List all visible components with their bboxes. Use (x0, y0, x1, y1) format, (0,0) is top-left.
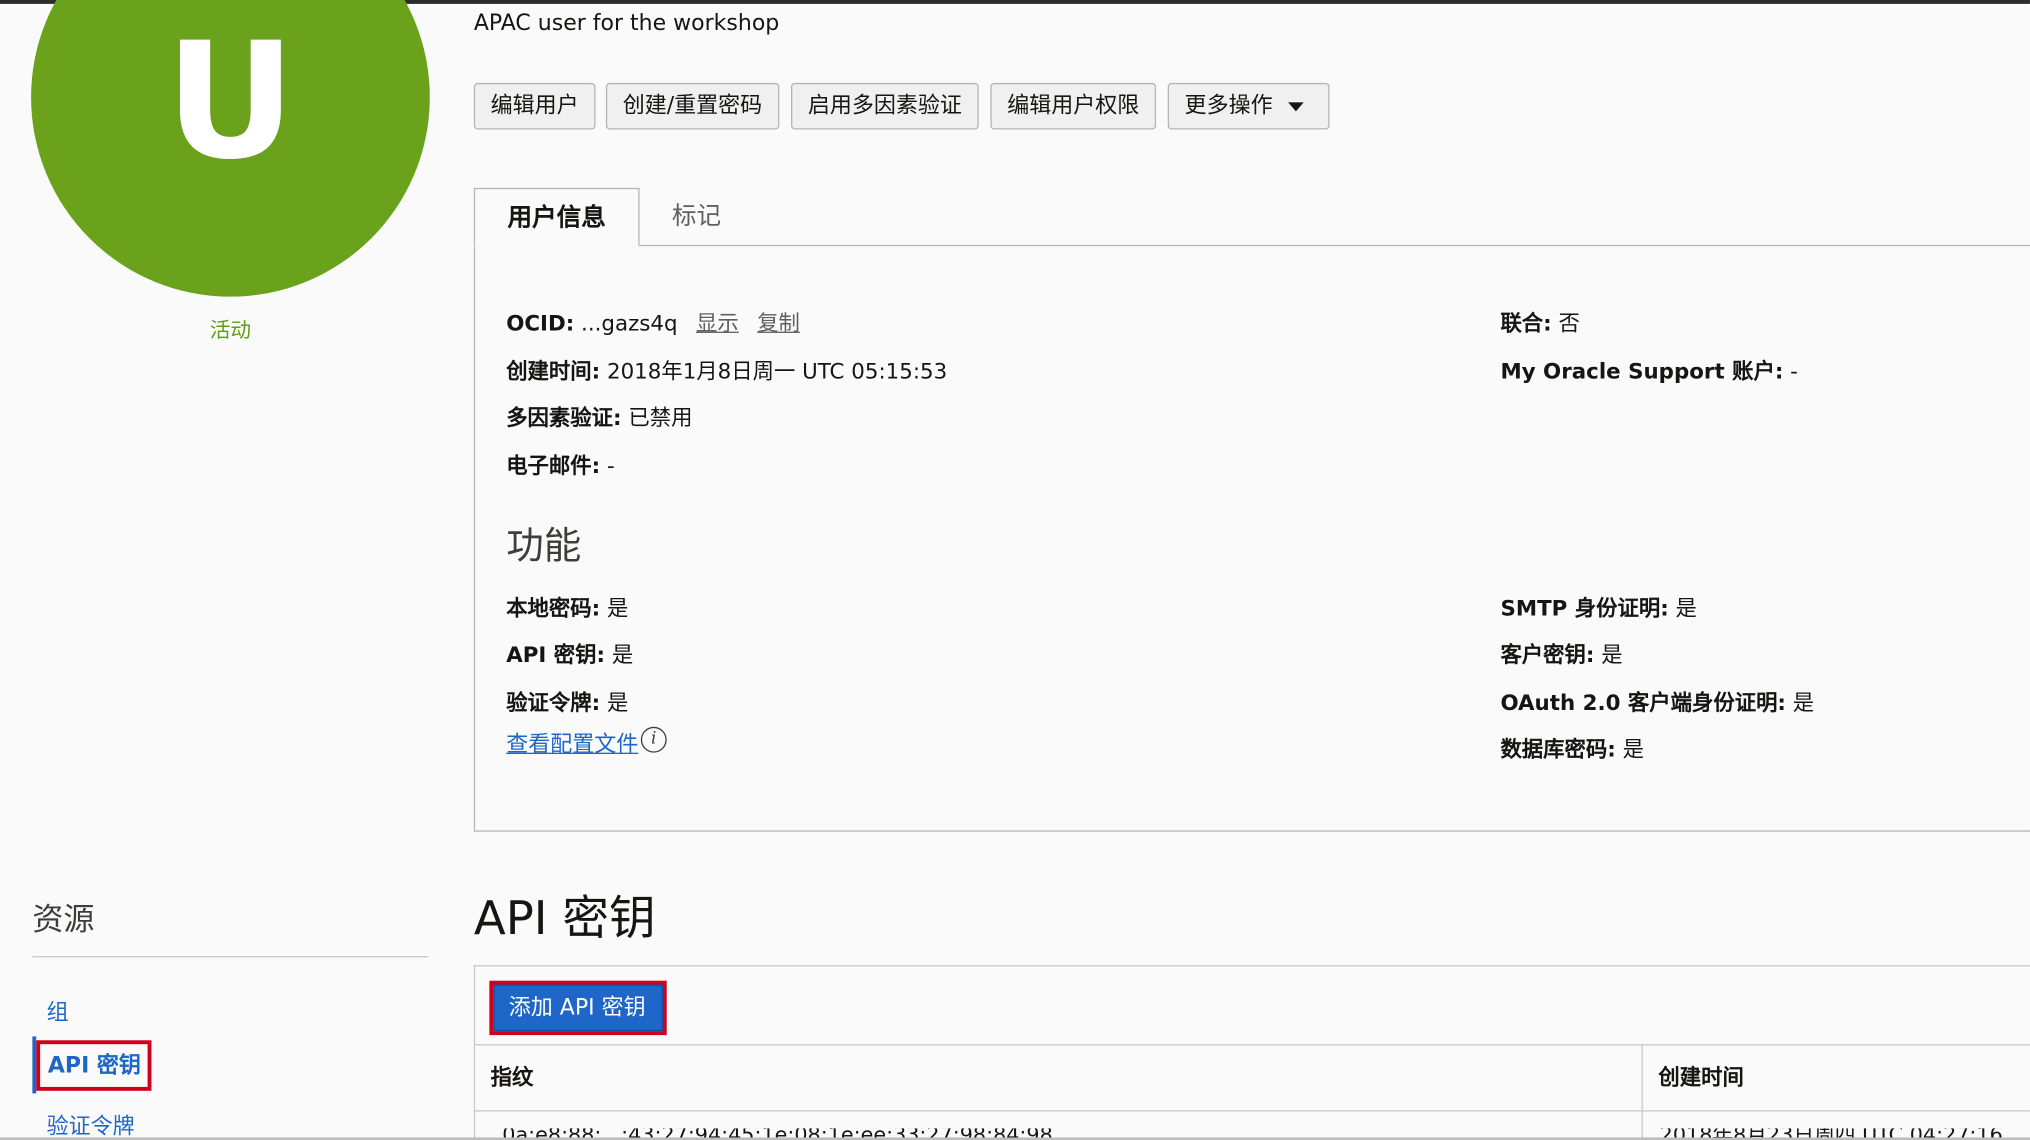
ocid-label: OCID: (506, 310, 575, 336)
more-actions-label: 更多操作 (1184, 93, 1273, 120)
mos-account-label: My Oracle Support 账户: (1500, 358, 1784, 384)
edit-user-capabilities-label: 编辑用户权限 (1007, 93, 1140, 120)
mfa-label: 多因素验证: (506, 405, 622, 431)
auth-tokens-capability-value: 是 (606, 690, 629, 716)
email-label: 电子邮件: (506, 453, 601, 479)
smtp-credentials-row: SMTP 身份证明: 是 (1500, 591, 1696, 622)
smtp-credentials-value: 是 (1675, 595, 1697, 621)
info-icon[interactable]: i (640, 726, 667, 753)
created-value: 2018年1月8日周一 UTC 05:15:53 (606, 358, 948, 384)
resources-divider (32, 956, 429, 958)
customer-keys-label: 客户密钥: (1500, 642, 1595, 668)
local-password-row: 本地密码: 是 (506, 591, 628, 622)
local-password-label: 本地密码: (506, 595, 601, 621)
tab-tags[interactable]: 标记 (672, 188, 721, 246)
resource-link-groups[interactable]: 组 (47, 994, 69, 1026)
enable-mfa-button[interactable]: 启用多因素验证 (791, 82, 979, 130)
created-column-header[interactable]: 创建时间 (1658, 1045, 1743, 1110)
ocid-copy-link[interactable]: 复制 (757, 311, 800, 336)
api-keys-heading: API 密钥 (473, 892, 656, 946)
mfa-value: 已禁用 (628, 405, 693, 431)
api-keys-capability-row: API 密钥: 是 (506, 637, 633, 668)
customer-keys-row: 客户密钥: 是 (1500, 637, 1622, 668)
enable-mfa-label: 启用多因素验证 (807, 93, 962, 120)
user-avatar: U (31, 0, 430, 297)
oauth-credentials-row: OAuth 2.0 客户端身份证明: 是 (1500, 685, 1814, 716)
db-password-label: 数据库密码: (1500, 737, 1616, 762)
email-value: - (606, 453, 615, 479)
edit-user-capabilities-button[interactable]: 编辑用户权限 (990, 82, 1157, 130)
user-details-page: U 活动 资源 组 API 密钥 验证令牌 APAC user for the … (0, 0, 2030, 1140)
user-status: 活动 (209, 317, 252, 343)
customer-keys-value: 是 (1601, 642, 1623, 668)
oauth-credentials-value: 是 (1792, 690, 1815, 716)
db-password-value: 是 (1622, 737, 1644, 762)
column-divider (1641, 1044, 1643, 1140)
resource-link-auth-tokens[interactable]: 验证令牌 (47, 1108, 135, 1140)
auth-tokens-capability-row: 验证令牌: 是 (506, 685, 628, 716)
edit-user-button[interactable]: 编辑用户 (473, 82, 596, 130)
view-config-file-link[interactable]: 查看配置文件 (506, 725, 638, 758)
created-label: 创建时间: (506, 358, 601, 384)
user-description: APAC user for the workshop (473, 10, 780, 37)
mfa-row: 多因素验证: 已禁用 (506, 400, 692, 431)
resource-link-api-keys[interactable]: API 密钥 (36, 1040, 152, 1091)
create-reset-password-label: 创建/重置密码 (622, 93, 763, 120)
federated-row: 联合: 否 (1500, 306, 1579, 337)
oauth-credentials-label: OAuth 2.0 客户端身份证明: (1500, 690, 1786, 716)
avatar-letter: U (165, 9, 296, 196)
local-password-value: 是 (606, 595, 629, 621)
add-api-key-highlight: 添加 API 密钥 (489, 980, 667, 1036)
api-keys-capability-label: API 密钥: (506, 642, 606, 668)
add-api-key-button[interactable]: 添加 API 密钥 (493, 984, 663, 1032)
ocid-value: ...gazs4q (581, 310, 678, 336)
mos-account-row: My Oracle Support 账户: - (1500, 354, 1797, 385)
api-keys-capability-value: 是 (611, 642, 634, 668)
fingerprint-column-header[interactable]: 指纹 (491, 1045, 534, 1110)
caret-down-icon (1288, 101, 1304, 111)
auth-tokens-capability-label: 验证令牌: (506, 690, 601, 716)
ocid-show-link[interactable]: 显示 (696, 311, 739, 336)
ocid-row: OCID: ...gazs4q 显示 复制 (506, 306, 800, 337)
create-reset-password-button[interactable]: 创建/重置密码 (605, 82, 780, 130)
viewport: U 活动 资源 组 API 密钥 验证令牌 APAC user for the … (0, 0, 2030, 1140)
email-row: 电子邮件: - (506, 448, 615, 479)
created-row: 创建时间: 2018年1月8日周一 UTC 05:15:53 (506, 354, 947, 385)
more-actions-button[interactable]: 更多操作 (1167, 82, 1330, 130)
smtp-credentials-label: SMTP 身份证明: (1500, 595, 1669, 621)
db-password-row: 数据库密码: 是 (1500, 732, 1644, 763)
edit-user-label: 编辑用户 (490, 93, 579, 120)
capabilities-heading: 功能 (506, 523, 582, 568)
federated-label: 联合: (1500, 310, 1552, 336)
federated-value: 否 (1558, 310, 1580, 336)
resources-heading: 资源 (32, 901, 95, 938)
tab-user-info[interactable]: 用户信息 (473, 187, 640, 247)
api-keys-table-header: 指纹 创建时间 (475, 1044, 2030, 1112)
mos-account-value: - (1790, 358, 1798, 384)
